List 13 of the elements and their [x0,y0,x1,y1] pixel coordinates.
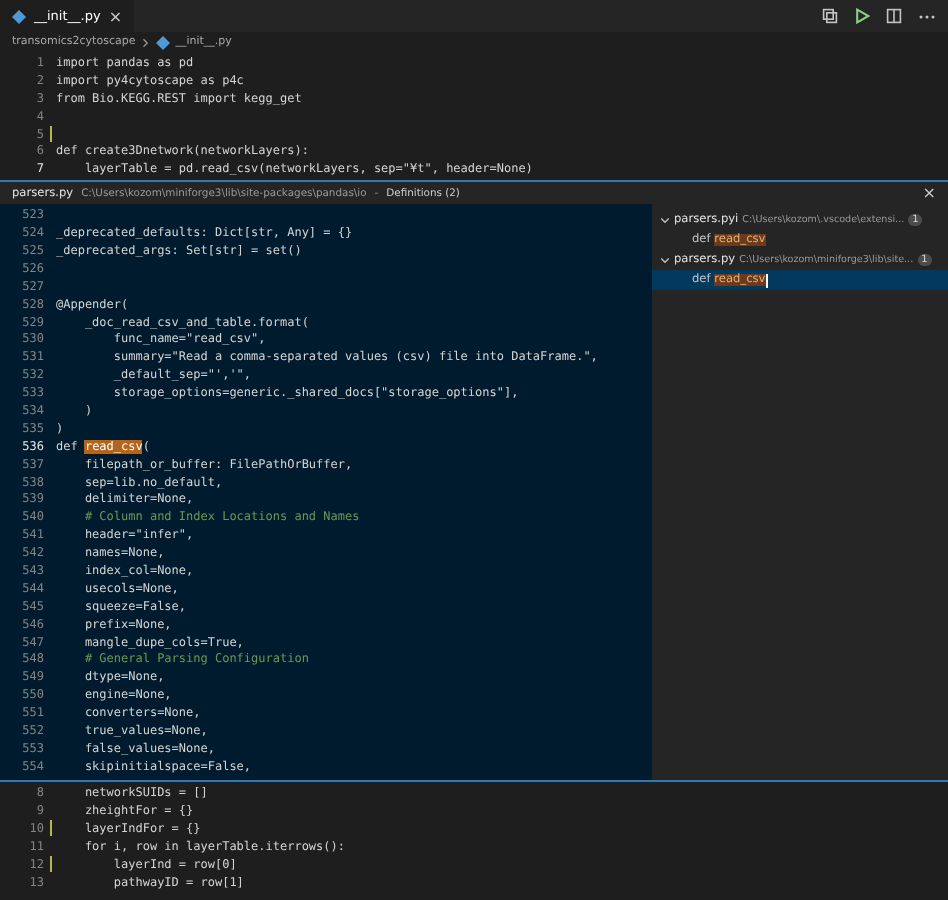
modified-marker [49,820,52,837]
text-cursor [765,273,768,288]
more-icon[interactable] [918,13,936,19]
python-file-icon [12,9,26,23]
split-editor-icon[interactable] [886,8,902,24]
chevron-icon [141,37,150,47]
modified-marker [49,856,52,873]
run-icon[interactable] [854,8,870,24]
compare-icon[interactable] [822,8,838,24]
modified-marker [49,126,52,142]
chevron-icon[interactable] [660,255,670,266]
chevron-icon[interactable] [660,215,670,226]
close-button[interactable]: × [922,184,936,203]
